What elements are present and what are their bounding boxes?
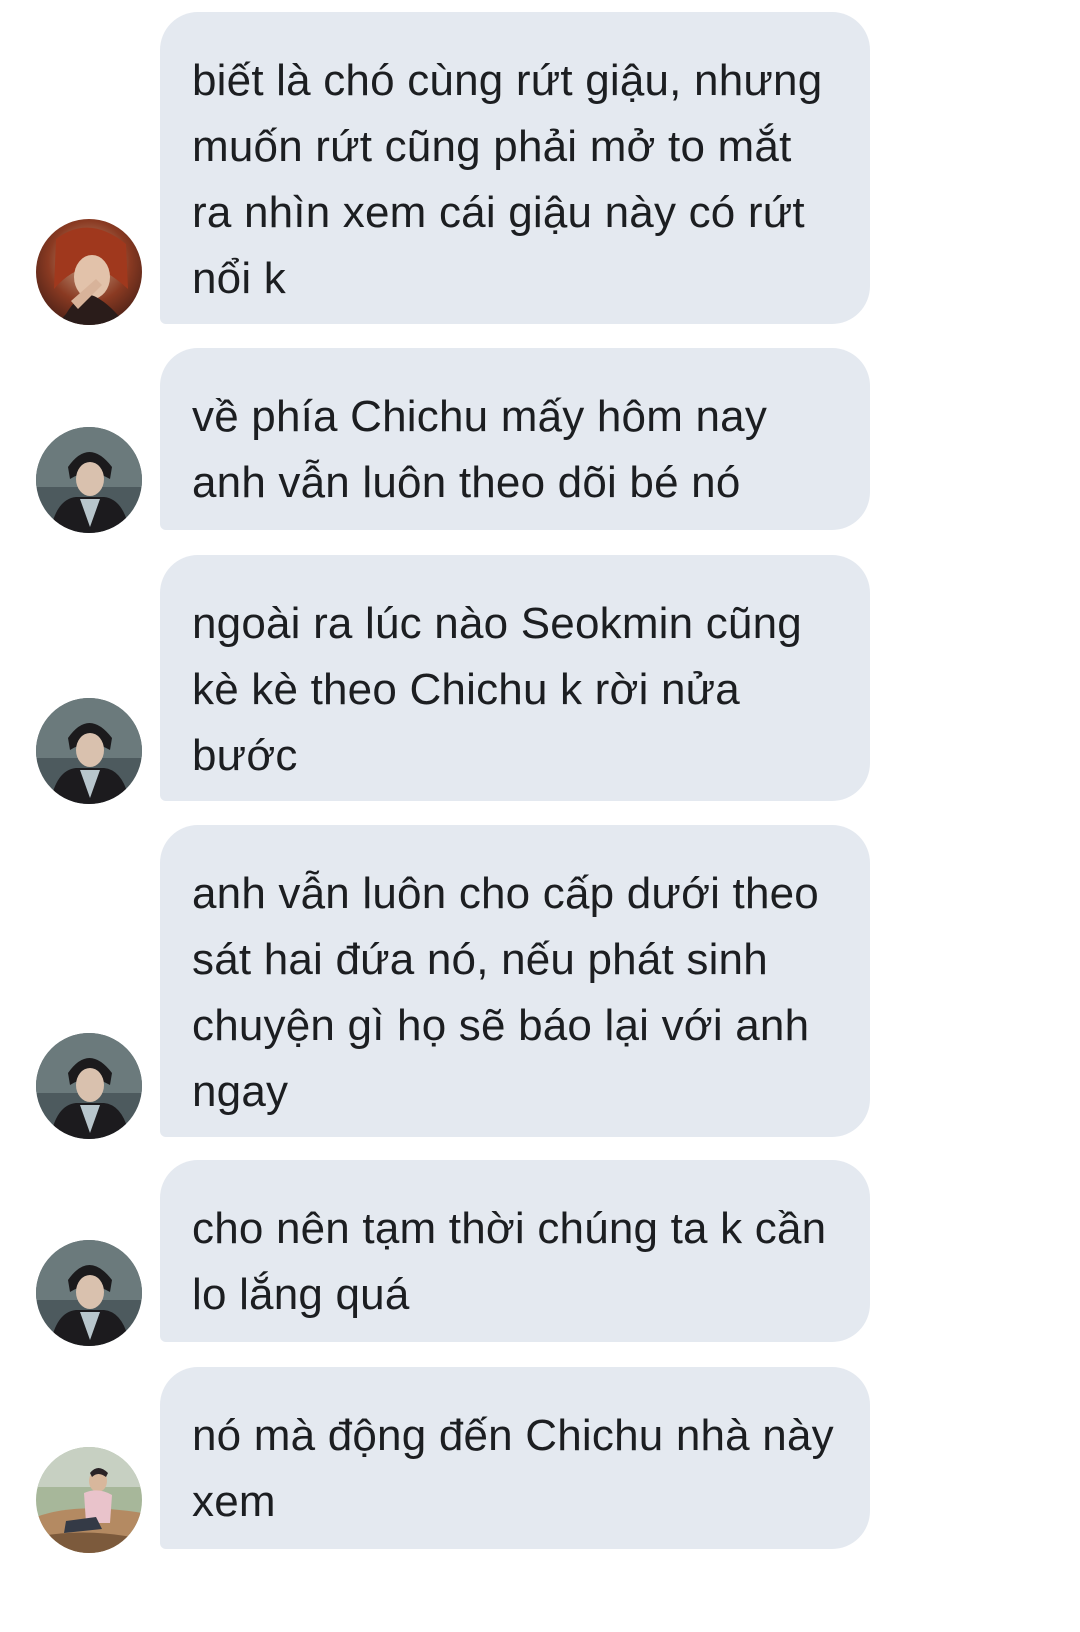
- avatar-dark-jacket-user[interactable]: [36, 698, 142, 804]
- avatar-dark-jacket-user[interactable]: [36, 1033, 142, 1139]
- avatar-photo-icon: [36, 1240, 142, 1346]
- message-bubble[interactable]: về phía Chichu mấy hôm nay anh vẫn luôn …: [160, 348, 870, 530]
- message-bubble[interactable]: nó mà động đến Chichu nhà này xem: [160, 1367, 870, 1549]
- message-thread: biết là chó cùng rứt giậu, nhưng muốn rứ…: [0, 0, 1080, 1632]
- avatar-photo-icon: [36, 1033, 142, 1139]
- avatar-photo-icon: [36, 698, 142, 804]
- avatar-photo-icon: [36, 427, 142, 533]
- message-bubble[interactable]: ngoài ra lúc nào Seokmin cũng kè kè theo…: [160, 555, 870, 801]
- avatar-photo-icon: [36, 219, 142, 325]
- message-bubble[interactable]: biết là chó cùng rứt giậu, nhưng muốn rứ…: [160, 12, 870, 324]
- message-bubble[interactable]: cho nên tạm thời chúng ta k cần lo lắng …: [160, 1160, 870, 1342]
- avatar-dark-jacket-user[interactable]: [36, 427, 142, 533]
- avatar-red-hair-user[interactable]: [36, 219, 142, 325]
- avatar-outdoor-user[interactable]: [36, 1447, 142, 1553]
- avatar-dark-jacket-user[interactable]: [36, 1240, 142, 1346]
- message-bubble[interactable]: anh vẫn luôn cho cấp dưới theo sát hai đ…: [160, 825, 870, 1137]
- avatar-photo-icon: [36, 1447, 142, 1553]
